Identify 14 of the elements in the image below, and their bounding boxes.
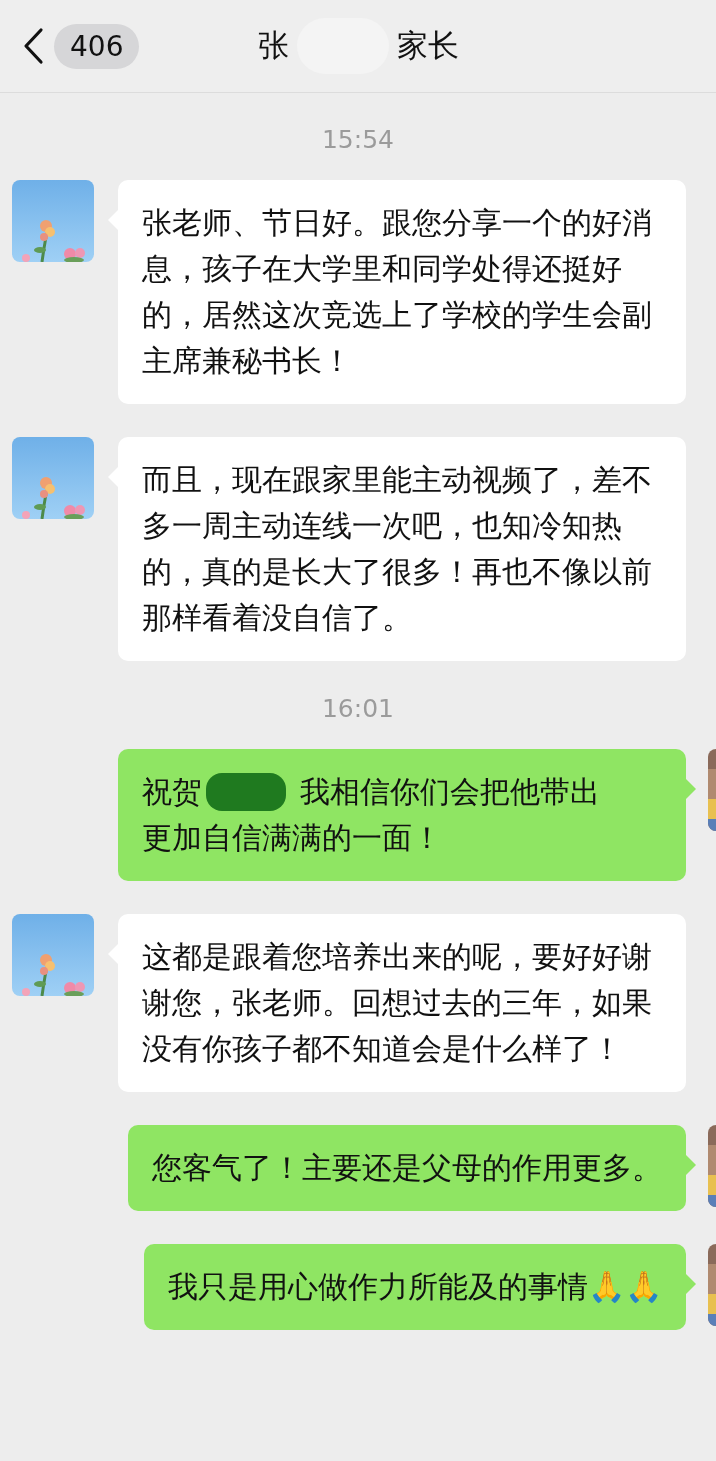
timestamp: 15:54	[321, 125, 394, 154]
timestamp: 16:01	[321, 694, 394, 723]
message-text: 更加自信满满的一面！	[142, 819, 442, 857]
message-text: 而且，现在跟家里能主动视频了，差不多一周主动连线一次吧，也知冷知热的，真的是长大了很多！再也不像以前那样看着没自信了。	[142, 462, 652, 635]
message-text: 您客气了！主要还是父母的作用更多。	[152, 1150, 662, 1185]
unread-count-badge[interactable]: 406	[54, 23, 140, 69]
message-text: 我相信你们会把他带出	[300, 773, 600, 811]
chat-title: 张	[257, 26, 289, 65]
back-icon[interactable]	[22, 27, 44, 65]
message-text: 这都是跟着您培养出来的呢，要好好谢谢您，张老师。回想过去的三年，如果没有你孩子都不知道会是什么样了！	[142, 939, 652, 1066]
message-text: 祝贺	[142, 773, 202, 811]
message-text: 张老师、节日好。跟您分享一个的好消息，孩子在大学里和同学处得还挺好的，居然这次竞选上了学校的学生会副主席兼秘书长！	[142, 205, 652, 378]
chat-title: 家长	[396, 26, 459, 65]
message-text: 我只是用心做作力所能及的事情🙏🙏	[168, 1269, 662, 1304]
